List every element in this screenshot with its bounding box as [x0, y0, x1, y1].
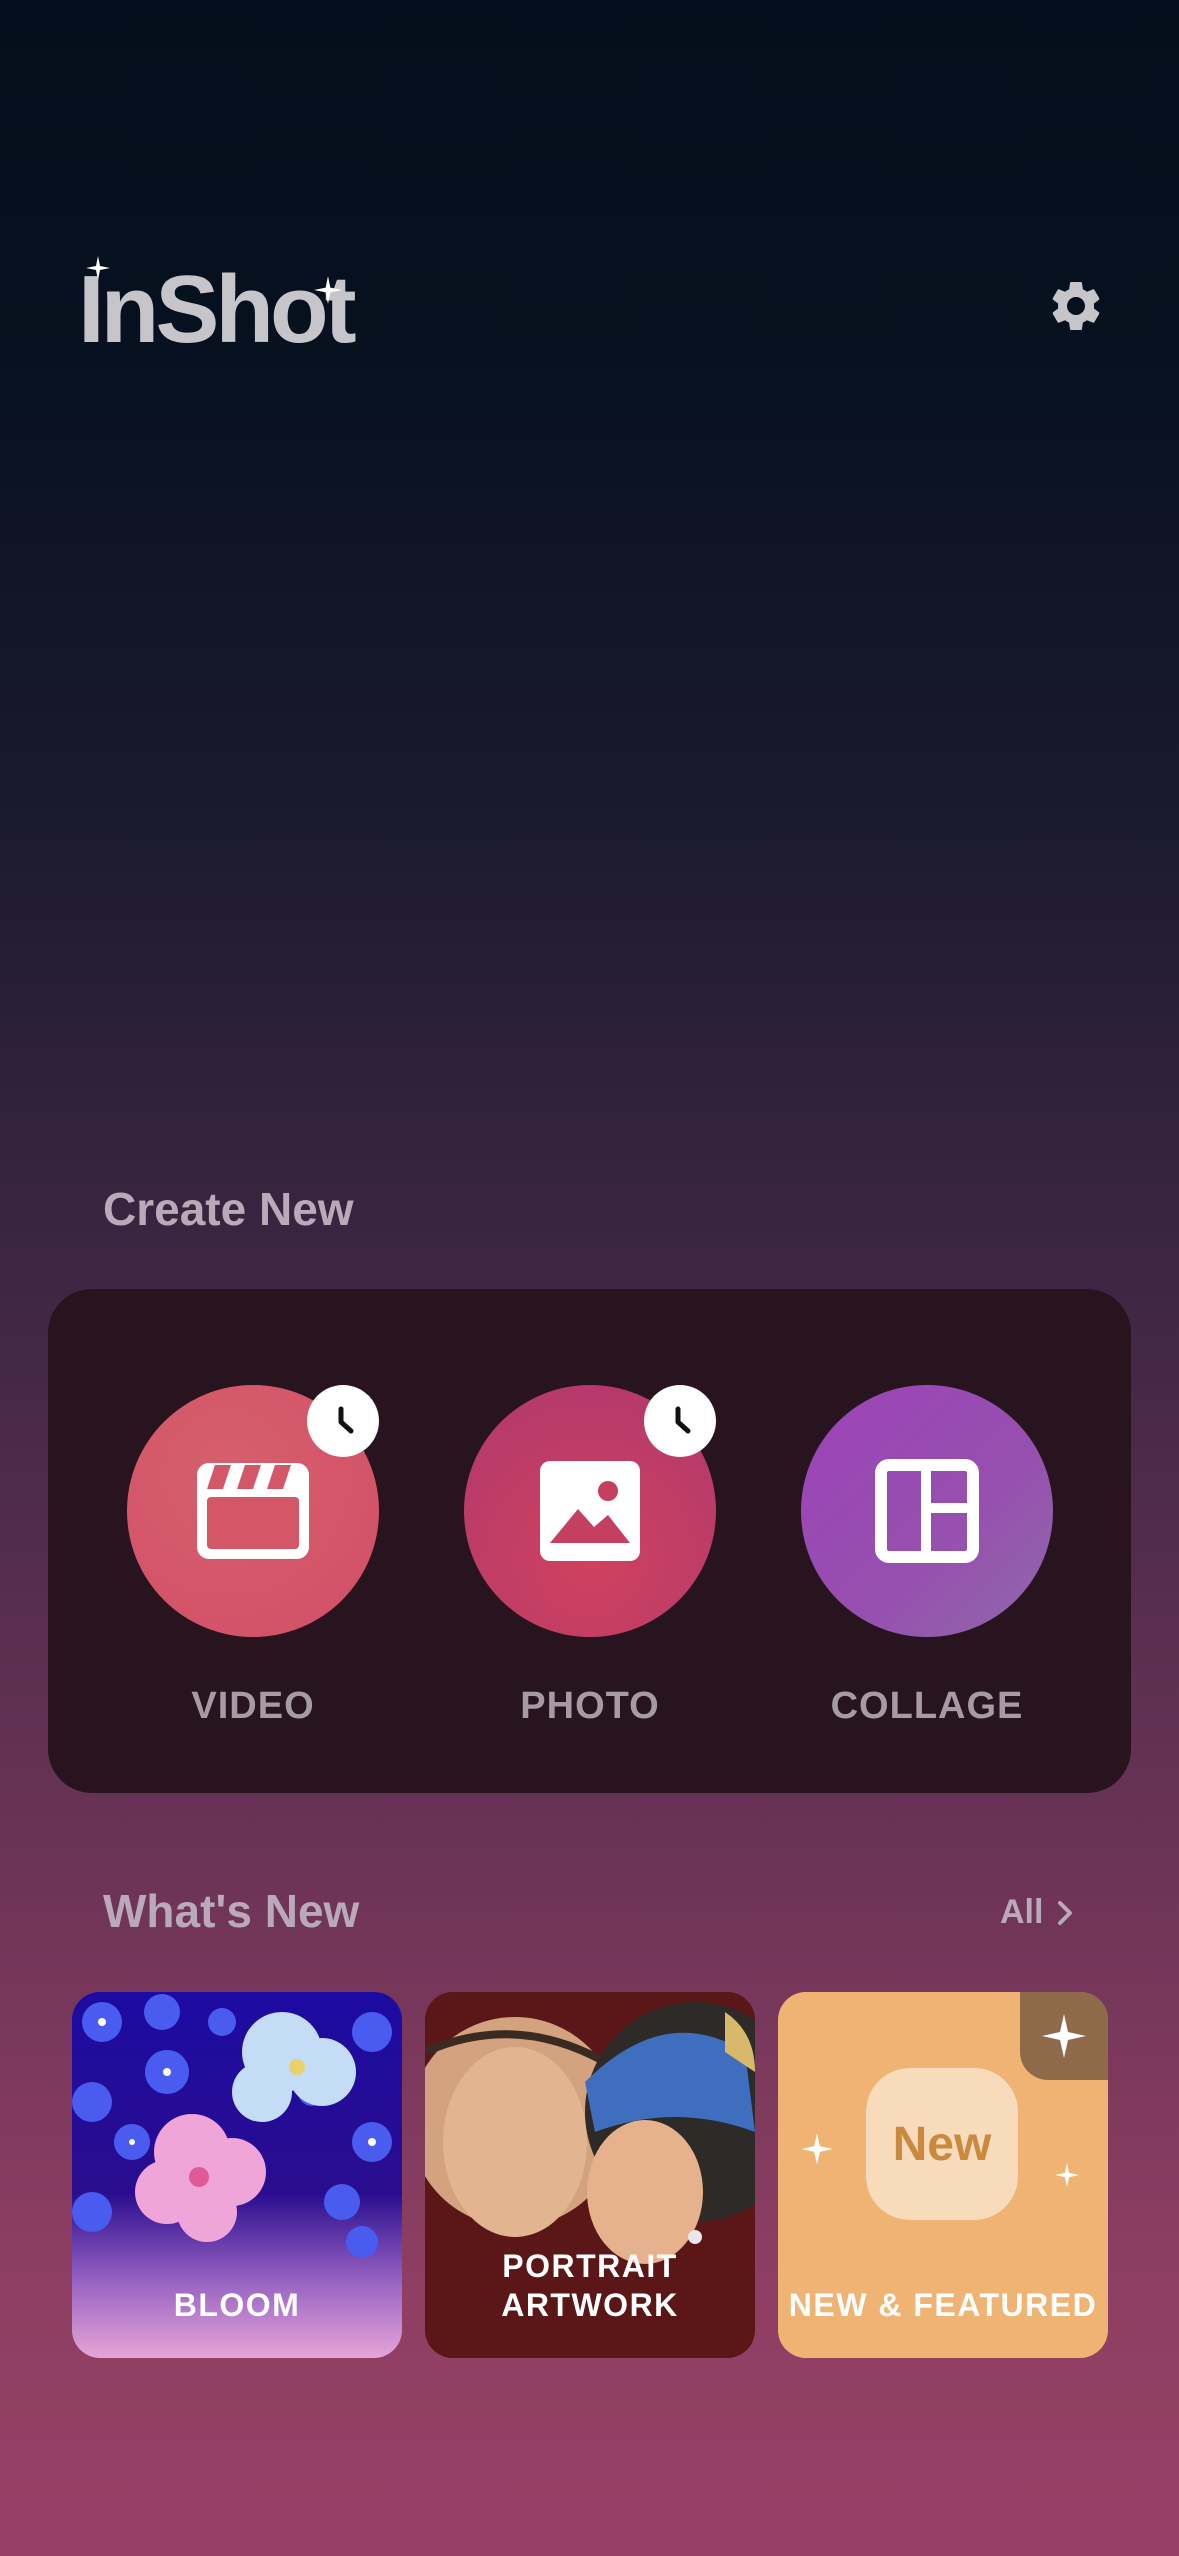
- logo-text: InShot: [78, 256, 357, 363]
- image-icon: [540, 1461, 640, 1561]
- collage-layout-icon: [875, 1459, 979, 1563]
- collage-label: COLLAGE: [830, 1685, 1024, 1727]
- see-all-link[interactable]: All: [1000, 1893, 1073, 1932]
- whats-new-title: What's New: [103, 1885, 360, 1937]
- featured-corner-badge: [1020, 1992, 1108, 2080]
- portrait-artwork-label: PORTRAIT ARTWORK: [425, 2247, 755, 2324]
- photo-button[interactable]: [464, 1385, 716, 1637]
- video-button[interactable]: [127, 1385, 379, 1637]
- sparkle-icon: [314, 276, 342, 304]
- sparkle-icon: [801, 2133, 833, 2165]
- new-badge: New: [866, 2068, 1018, 2220]
- sparkle-icon: [86, 256, 110, 280]
- app-logo: InShot: [78, 256, 357, 358]
- clock-icon: [338, 1406, 354, 1434]
- photo-action[interactable]: PHOTO: [463, 1385, 717, 1728]
- bloom-tile[interactable]: BLOOM: [72, 1992, 402, 2358]
- portrait-artwork-tile[interactable]: PORTRAIT ARTWORK: [425, 1992, 755, 2358]
- portrait-label-line1: PORTRAIT: [502, 2248, 678, 2285]
- clock-icon: [675, 1406, 691, 1434]
- create-new-title: Create New: [103, 1183, 354, 1235]
- new-featured-tile[interactable]: New NEW & FEATURED: [778, 1992, 1108, 2358]
- collage-button[interactable]: [801, 1385, 1053, 1637]
- video-action[interactable]: VIDEO: [126, 1385, 380, 1728]
- recent-drafts-badge[interactable]: [307, 1385, 379, 1457]
- recent-drafts-badge[interactable]: [644, 1385, 716, 1457]
- sparkle-icon: [1042, 2014, 1086, 2058]
- settings-button[interactable]: [1046, 276, 1106, 336]
- bloom-label: BLOOM: [173, 2286, 301, 2323]
- gear-icon: [1052, 282, 1100, 330]
- collage-action[interactable]: COLLAGE: [800, 1385, 1054, 1728]
- portrait-label-line2: ARTWORK: [501, 2286, 679, 2323]
- create-new-card: VIDEO PHOTO COLLAGE: [48, 1289, 1131, 1793]
- all-label: All: [1000, 1893, 1044, 1931]
- clapperboard-icon: [197, 1463, 309, 1559]
- chevron-right-icon: [1058, 1900, 1073, 1925]
- video-label: VIDEO: [191, 1685, 315, 1727]
- new-featured-label: NEW & FEATURED: [788, 2286, 1098, 2323]
- photo-label: PHOTO: [520, 1685, 660, 1727]
- sparkle-icon: [1055, 2163, 1079, 2187]
